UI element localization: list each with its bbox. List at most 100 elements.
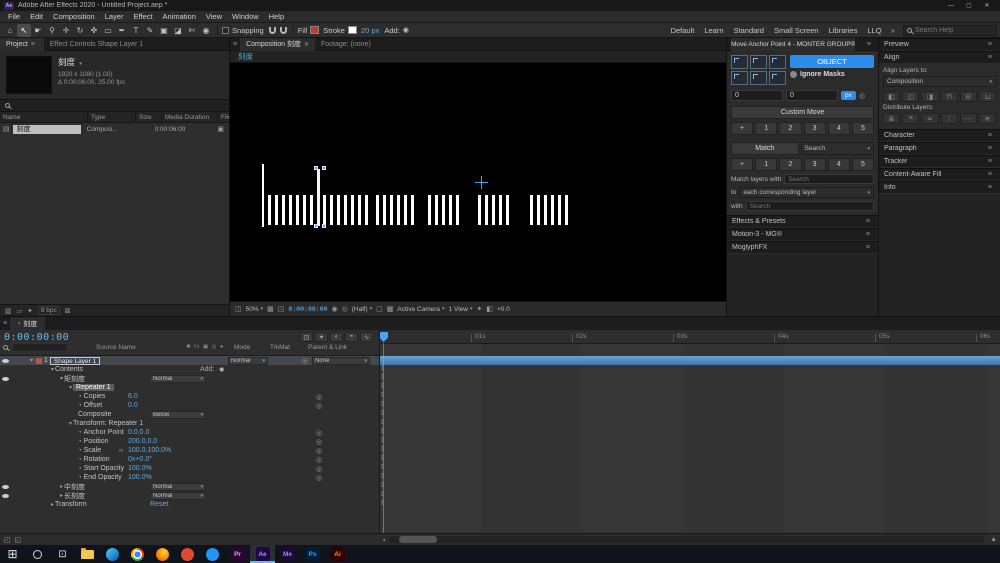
timeline-row-transform[interactable]: ▸TransformReset xyxy=(0,500,379,509)
twirl-icon[interactable]: ▾ xyxy=(69,420,72,427)
property-pickwhip-icon[interactable]: ◎ xyxy=(316,465,322,473)
distribute-right-button[interactable]: ≋ xyxy=(979,113,996,124)
stopwatch-icon[interactable]: ◔ xyxy=(78,457,82,463)
property-label[interactable]: Transform xyxy=(55,501,87,508)
option-dropdown[interactable]: Normal▾ xyxy=(150,375,206,383)
twirl-icon[interactable]: ▾ xyxy=(69,384,72,391)
menu-animation[interactable]: Animation xyxy=(158,12,201,21)
panel-header-effects-presets[interactable]: Effects & Presets≡ xyxy=(727,215,878,228)
panel-menu-icon[interactable]: ≡ xyxy=(985,158,995,165)
frame-blending-icon[interactable]: ◐ xyxy=(330,332,343,342)
time-ruler[interactable]: 01s02s03s04s05s06s xyxy=(380,330,1000,344)
color-depth-label[interactable]: 8 bpc xyxy=(38,306,60,315)
close-icon[interactable]: ✕ xyxy=(304,41,309,48)
menu-effect[interactable]: Effect xyxy=(128,12,157,21)
panel-header-preview[interactable]: Preview ≡ xyxy=(879,38,1000,51)
transparency-grid-icon[interactable]: ▩ xyxy=(387,305,394,313)
custom-move-button-3[interactable]: 3 xyxy=(804,122,826,135)
panel-header-motion-3-mg[interactable]: Motion-3 - MG®≡ xyxy=(727,228,878,241)
property-label[interactable]: End Opacity xyxy=(84,474,122,481)
anchor-position-button-2[interactable] xyxy=(750,55,767,69)
pick-whip-icon[interactable]: ◎ xyxy=(859,92,865,100)
align-bottom-button[interactable]: ⊔ xyxy=(979,91,996,102)
close-button[interactable]: ✕ xyxy=(978,0,996,11)
menu-view[interactable]: View xyxy=(201,12,227,21)
selection-tool[interactable]: ↖ xyxy=(17,24,31,37)
comp-breadcrumb[interactable]: 刻度 xyxy=(238,51,253,62)
stroke-width-value[interactable]: 20 px xyxy=(361,26,379,35)
panel-menu-icon[interactable]: ≡ xyxy=(985,54,995,61)
new-folder-icon[interactable]: ▱ xyxy=(17,307,22,315)
column-header-size[interactable]: Size xyxy=(136,112,162,123)
panel-menu-icon[interactable]: ≡ xyxy=(985,145,995,152)
camera-dropdown[interactable]: Active Camera▾ xyxy=(397,306,444,313)
item-name-cell[interactable]: 刻度 xyxy=(13,125,81,134)
property-pickwhip-icon[interactable]: ◎ xyxy=(316,438,322,446)
menu-composition[interactable]: Composition xyxy=(48,12,100,21)
panel-menu-icon[interactable]: ≡ xyxy=(985,171,995,178)
custom-move-button-1[interactable]: 1 xyxy=(755,122,777,135)
edge-browser-button[interactable] xyxy=(100,545,125,563)
pan-behind-tool[interactable]: ✜ xyxy=(87,24,101,37)
timeline-row-anchor-point[interactable]: ◔Anchor Point0.0,0.0◎ xyxy=(0,428,379,437)
selected-item-name[interactable]: 刻度 ▾ xyxy=(58,56,125,68)
menu-window[interactable]: Window xyxy=(227,12,264,21)
tab-project[interactable]: Project ≡ xyxy=(0,38,44,51)
property-value[interactable]: 6.0 xyxy=(128,393,138,400)
tab-composition[interactable]: Composition 刻度 ✕ xyxy=(240,38,315,51)
stopwatch-icon[interactable]: ◔ xyxy=(78,430,82,436)
property-value[interactable]: 200.0,0.0 xyxy=(128,438,157,445)
eraser-tool[interactable]: ◪ xyxy=(171,24,185,37)
panel-menu-icon[interactable]: ≡ xyxy=(864,41,874,48)
property-label[interactable]: Transform: Repeater 1 xyxy=(73,420,143,427)
match-button-item[interactable]: + xyxy=(731,158,753,171)
match-button-3[interactable]: 3 xyxy=(804,158,826,171)
timeline-row-scale[interactable]: ◔Scale∞100.0,100.0%◎ xyxy=(0,446,379,455)
y-offset-input[interactable] xyxy=(786,90,838,101)
timeline-row-end-opacity[interactable]: ◔End Opacity100.0%◎ xyxy=(0,473,379,482)
workspace-standard[interactable]: Standard xyxy=(729,26,769,35)
anchor-position-button-1[interactable] xyxy=(731,55,748,69)
magnification-dropdown[interactable]: 50%▾ xyxy=(246,306,264,313)
app-button-orange[interactable] xyxy=(175,545,200,563)
visibility-toggle[interactable] xyxy=(2,359,9,363)
firefox-browser-button[interactable] xyxy=(150,545,175,563)
timeline-row-composite[interactable]: CompositeBelow▾ xyxy=(0,410,379,419)
type-tool[interactable]: T xyxy=(129,24,143,37)
anchor-position-button-6[interactable] xyxy=(769,71,786,85)
property-label[interactable]: Scale xyxy=(84,447,102,454)
anchor-panel-title[interactable]: Move Anchor Point 4 - MONTER GROUP® xyxy=(731,38,855,51)
property-label[interactable]: Repeater 1 xyxy=(73,384,114,391)
zoom-in-icon[interactable]: ▲ xyxy=(990,536,997,543)
property-value[interactable]: 0.0,0.0 xyxy=(128,429,149,436)
mask-visibility-icon[interactable]: ◳ xyxy=(278,305,285,313)
workspace-llq[interactable]: LLQ xyxy=(862,26,886,35)
property-value[interactable]: 0x+0.0° xyxy=(128,456,152,463)
align-layers-dropdown[interactable]: Composition▾ xyxy=(883,76,996,87)
visibility-toggle[interactable] xyxy=(2,485,9,489)
timeline-row-contents[interactable]: ▾ContentsAdd:◉ xyxy=(0,365,379,374)
chrome-browser-button[interactable] xyxy=(125,545,150,563)
match-button-4[interactable]: 4 xyxy=(828,158,850,171)
visibility-toggle[interactable] xyxy=(2,494,9,498)
pixel-aspect-icon[interactable]: ✦ xyxy=(476,305,482,313)
preview-monitor-icon[interactable]: ◫ xyxy=(235,305,242,313)
panel-menu-icon[interactable]: ≡ xyxy=(985,184,995,191)
mode-header[interactable]: Mode xyxy=(234,344,250,351)
timeline-row-offset[interactable]: ◔Offset0.0◎ xyxy=(0,401,379,410)
panel-header-content-aware-fill[interactable]: Content-Aware Fill≡ xyxy=(879,168,1000,181)
to-dropdown[interactable]: each corresponding layer▾ xyxy=(739,187,874,198)
property-label[interactable]: 长刻度 xyxy=(64,491,85,501)
comp-mini-flowchart-icon[interactable]: ◳ xyxy=(300,332,313,342)
workspace-default[interactable]: Default xyxy=(666,26,700,35)
option-dropdown[interactable]: Below▾ xyxy=(150,411,206,419)
twirl-icon[interactable]: ▸ xyxy=(51,501,54,508)
match-layers-input[interactable] xyxy=(784,174,874,184)
tab-effect-controls[interactable]: Effect Controls Shape Layer 1 xyxy=(44,38,149,51)
timeline-row-start-opacity[interactable]: ◔Start Opacity100.0%◎ xyxy=(0,464,379,473)
menu-layer[interactable]: Layer xyxy=(100,12,129,21)
resolution-dropdown[interactable]: (Half)▾ xyxy=(352,306,372,313)
align-right-button[interactable]: ◨ xyxy=(921,91,938,102)
workspace-small-screen[interactable]: Small Screen xyxy=(769,26,824,35)
custom-move-button-5[interactable]: 5 xyxy=(852,122,874,135)
